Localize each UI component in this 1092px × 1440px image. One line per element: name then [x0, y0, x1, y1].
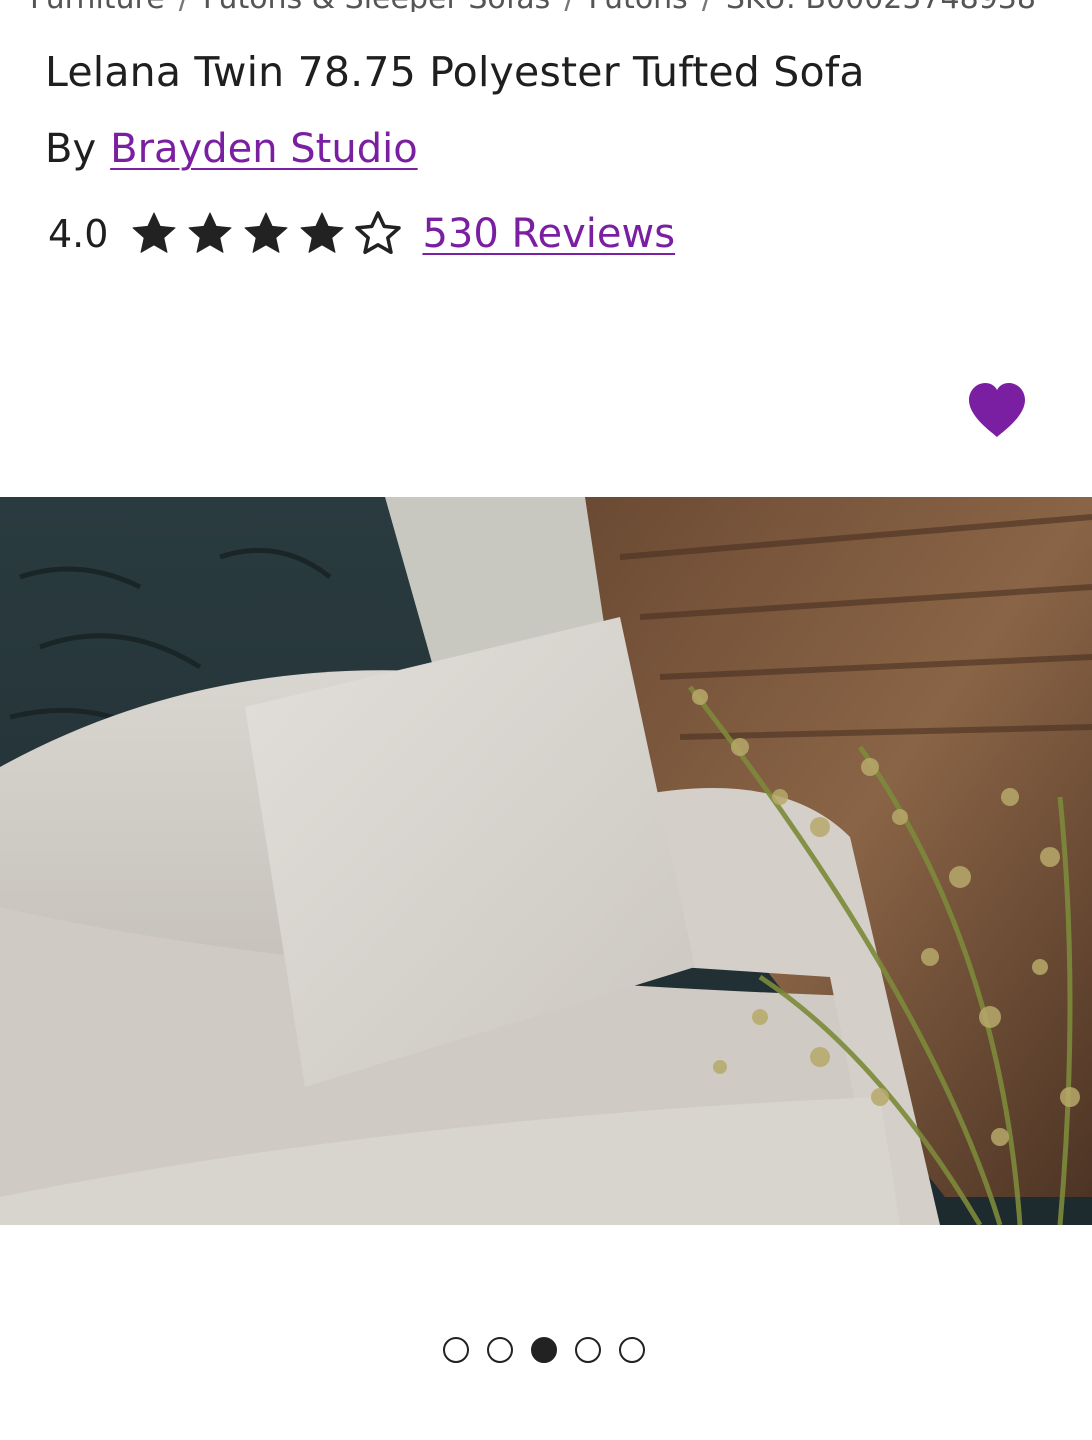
favorite-button[interactable]	[962, 378, 1032, 442]
star-outline-icon	[355, 211, 402, 255]
rating-row: 4.0 530 Reviews	[48, 206, 675, 262]
breadcrumb-item-sku: SKU: B00025748938	[726, 0, 1036, 12]
breadcrumb-separator: /	[702, 0, 712, 12]
carousel-dot[interactable]	[443, 1337, 469, 1363]
carousel-dot[interactable]	[619, 1337, 645, 1363]
star-filled-icon	[132, 212, 176, 253]
star-filled-icon	[300, 212, 344, 253]
carousel-dot[interactable]	[575, 1337, 601, 1363]
sofa-photo	[0, 497, 1092, 1225]
breadcrumb-separator: /	[179, 0, 189, 12]
breadcrumb-item-furniture[interactable]: Furniture	[30, 0, 165, 12]
product-image[interactable]	[0, 497, 1092, 1225]
carousel-dot[interactable]	[531, 1337, 557, 1363]
breadcrumb-separator: /	[564, 0, 574, 12]
brand-line: By Brayden Studio	[45, 126, 418, 172]
star-filled-icon	[188, 212, 232, 253]
carousel-dot[interactable]	[487, 1337, 513, 1363]
star-filled-icon	[244, 212, 288, 253]
rating-value: 4.0	[48, 212, 109, 256]
heart-icon	[969, 383, 1025, 437]
breadcrumb: Furniture / Futons & Sleeper Sofas / Fut…	[30, 0, 1070, 12]
brand-prefix: By	[45, 126, 97, 172]
breadcrumb-item-futons[interactable]: Futons	[588, 0, 687, 12]
carousel-dots	[443, 1337, 645, 1363]
brand-link[interactable]: Brayden Studio	[110, 126, 418, 172]
product-title: Lelana Twin 78.75 Polyester Tufted Sofa	[45, 48, 865, 96]
breadcrumb-item-futons-sleeper-sofas[interactable]: Futons & Sleeper Sofas	[203, 0, 551, 12]
star-rating	[130, 210, 402, 258]
reviews-link[interactable]: 530 Reviews	[422, 211, 675, 257]
